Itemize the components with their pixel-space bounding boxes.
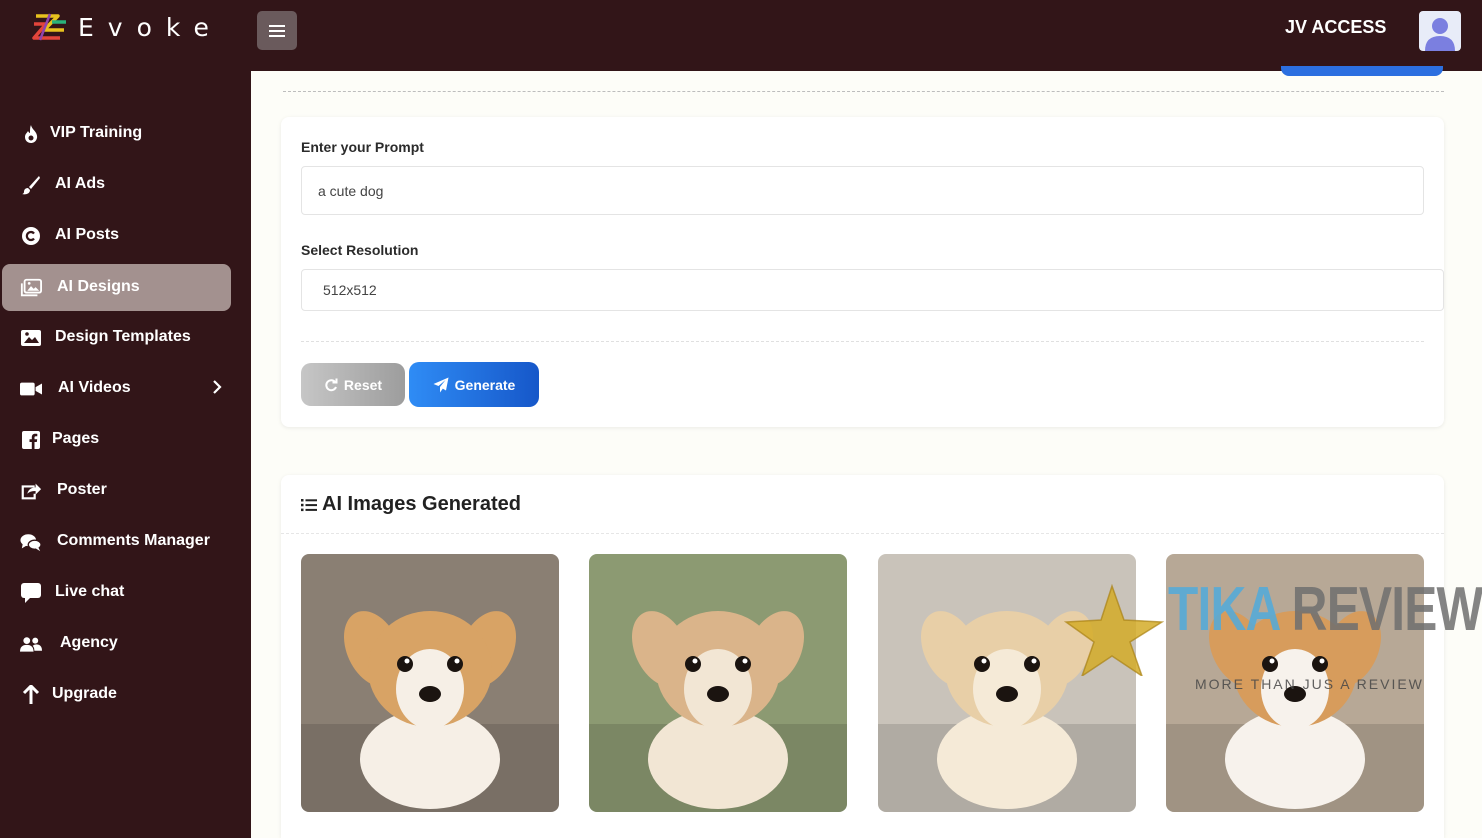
gallery-title: AI Images Generated — [322, 493, 521, 515]
reset-label: Reset — [343, 376, 383, 393]
facebook-icon — [20, 429, 42, 451]
sidebar-item-comments-manager[interactable]: Comments Manager — [2, 518, 231, 565]
logo-mark-icon — [32, 13, 66, 41]
prompt-label: Enter your Prompt — [301, 139, 424, 155]
prompt-input[interactable]: a cute dog — [301, 166, 1424, 215]
divider — [283, 91, 1444, 92]
sidebar-item-vip-training[interactable]: VIP Training — [2, 110, 231, 157]
fire-icon — [20, 123, 42, 145]
generated-image[interactable] — [878, 554, 1136, 812]
chevron-right-icon — [213, 380, 222, 394]
brand-logo[interactable]: Evoke — [30, 8, 223, 46]
user-avatar[interactable] — [1419, 11, 1461, 51]
resolution-select[interactable]: 512x512 — [301, 269, 1444, 311]
sidebar-item-label: Design Templates — [55, 328, 191, 345]
gallery-divider — [281, 533, 1444, 534]
form-divider — [301, 341, 1424, 342]
menu-toggle-button[interactable] — [257, 11, 297, 50]
chat-icon — [20, 582, 42, 604]
sidebar-item-ai-posts[interactable]: AI Posts — [2, 212, 231, 259]
sidebar-item-label: AI Designs — [57, 278, 140, 295]
reset-button[interactable]: Reset — [301, 363, 405, 406]
sidebar-item-label: Poster — [57, 481, 107, 498]
sidebar-item-agency[interactable]: Agency — [2, 620, 231, 667]
paper-plane-icon — [433, 377, 449, 392]
sidebar-item-label: Agency — [60, 634, 118, 651]
top-bar: Evoke JV ACCESS — [0, 0, 1482, 71]
avatar-icon — [1425, 18, 1455, 51]
sidebar-item-ai-videos[interactable]: AI Videos — [2, 365, 231, 412]
comments-icon — [20, 531, 42, 553]
generate-button[interactable]: Generate — [409, 362, 539, 407]
share-icon — [20, 480, 42, 502]
top-action-button[interactable] — [1281, 66, 1443, 76]
generated-image[interactable] — [301, 554, 559, 812]
images-icon — [20, 277, 42, 299]
sidebar-item-label: Comments Manager — [57, 532, 210, 549]
redo-icon — [325, 378, 338, 391]
generated-image[interactable] — [1166, 554, 1424, 812]
sidebar-item-design-templates[interactable]: Design Templates — [2, 314, 231, 361]
brush-icon — [20, 174, 42, 196]
list-icon — [301, 499, 317, 512]
hamburger-icon — [269, 29, 285, 32]
sidebar-item-label: Upgrade — [52, 685, 117, 702]
brand-name: Evoke — [78, 12, 223, 42]
video-icon — [20, 378, 42, 400]
image-icon — [20, 327, 42, 349]
sidebar-item-label: Live chat — [55, 583, 125, 600]
sidebar-item-live-chat[interactable]: Live chat — [2, 569, 231, 616]
sidebar-item-label: VIP Training — [50, 124, 143, 141]
resolution-label: Select Resolution — [301, 242, 419, 258]
sidebar-item-pages[interactable]: Pages — [2, 416, 231, 463]
sidebar-item-label: AI Ads — [55, 175, 106, 192]
sidebar-item-label: AI Posts — [55, 226, 120, 243]
generated-image[interactable] — [589, 554, 847, 812]
sidebar-item-ai-designs[interactable]: AI Designs — [2, 264, 231, 311]
sidebar-item-poster[interactable]: Poster — [2, 467, 231, 514]
sidebar-item-ai-ads[interactable]: AI Ads — [2, 161, 231, 208]
arrow-up-icon — [20, 684, 42, 706]
sidebar-item-label: Pages — [52, 430, 100, 447]
copyright-icon — [20, 225, 42, 247]
access-label: JV ACCESS — [1285, 17, 1387, 37]
sidebar-item-label: AI Videos — [58, 379, 131, 396]
sidebar-item-upgrade[interactable]: Upgrade — [2, 671, 231, 718]
users-icon — [20, 633, 42, 655]
generate-label: Generate — [454, 376, 516, 393]
